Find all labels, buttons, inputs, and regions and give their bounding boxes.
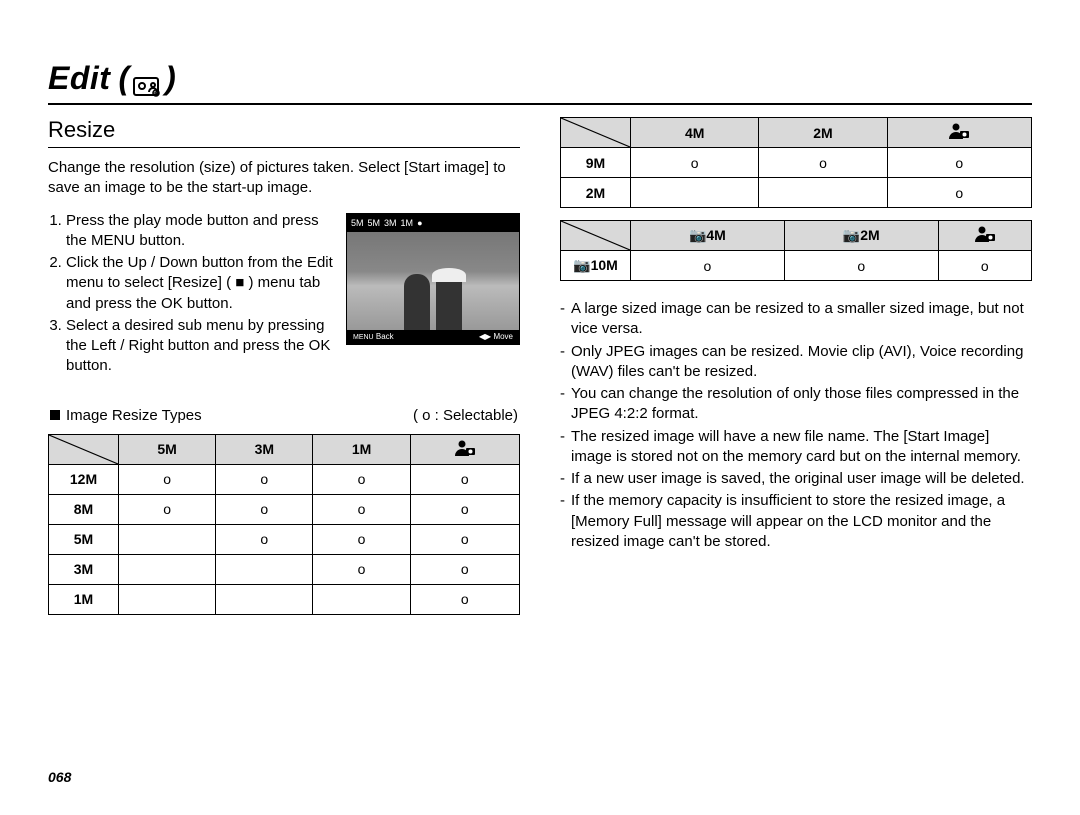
resize-table-2: 4M 2M 9Mooo2Mo [560,117,1032,208]
row-header: 9M [561,148,631,178]
note-item: -If a new user image is saved, the origi… [560,469,1032,489]
page-title: Edit [48,60,110,97]
notes-list: -A large sized image can be resized to a… [560,299,1032,552]
table-cell: o [313,464,410,494]
selectable-legend: ( o : Selectable) [413,407,518,424]
row-header: 3M [49,554,119,584]
table-cell: o [216,494,313,524]
table-cell: o [887,148,1031,178]
row-header: 2M [561,178,631,208]
heading-rule [48,103,1032,105]
diag-cell [561,118,631,148]
col-header: 1M [313,434,410,464]
table-cell: o [119,464,216,494]
table-row: 📷10Mooo [561,251,1032,281]
col-header: 📷4M [631,221,785,251]
col-header: 📷2M [784,221,938,251]
note-item: -The resized image will have a new file … [560,427,1032,468]
table-cell [119,584,216,614]
table-row: 5Mooo [49,524,520,554]
edit-heading-paren: ( ) [118,60,175,97]
step-item: Press the play mode button and press the… [66,211,334,252]
table-cell [631,178,759,208]
row-header: 1M [49,584,119,614]
table-cell [119,524,216,554]
note-item: -A large sized image can be resized to a… [560,299,1032,340]
step-item: Click the Up / Down button from the Edit… [66,253,334,314]
row-header: 12M [49,464,119,494]
col-header: 3M [216,434,313,464]
preview-topbar: 5M 5M 3M 1M ● [347,214,519,232]
intro-text: Change the resolution (size) of pictures… [48,158,520,199]
table-cell [216,584,313,614]
steps-list: Press the play mode button and press the… [48,211,334,379]
note-item: -Only JPEG images can be resized. Movie … [560,342,1032,383]
table-row: 2M o [561,178,1032,208]
table-cell: o [313,494,410,524]
table-cell: o [119,494,216,524]
row-header: 8M [49,494,119,524]
col-header: 4M [631,118,759,148]
table-cell: o [759,148,887,178]
table-cell: o [887,178,1031,208]
diag-cell [49,434,119,464]
col-header-start [887,118,1031,148]
table-row: 3M oo [49,554,520,584]
table-cell [119,554,216,584]
resize-table-1: 5M 3M 1M 12Moooo8Moooo5Mooo3Moo1Mo [48,434,520,615]
section-title: Resize [48,117,520,143]
table-cell: o [216,464,313,494]
table-cell: o [313,524,410,554]
edit-icon [133,68,161,90]
camera-preview: 5M 5M 3M 1M ● Resize ME [346,213,520,345]
table-cell: o [631,251,785,281]
table-cell: o [216,524,313,554]
types-label: Image Resize Types [50,407,202,424]
step-item: Select a desired sub menu by pressing th… [66,316,334,377]
table-row: 12Moooo [49,464,520,494]
section-rule [48,147,520,148]
row-header: 📷10M [561,251,631,281]
table-cell: o [313,554,410,584]
table-cell: o [410,554,519,584]
page-number: 068 [48,769,71,785]
preview-footer: MENU Back ◀▶ Move [347,330,519,344]
start-image-icon [974,225,996,243]
table-cell: o [784,251,938,281]
preview-photo [347,232,519,330]
table-cell: o [938,251,1031,281]
col-header-start [938,221,1031,251]
table-cell: o [410,524,519,554]
start-image-icon [948,122,970,140]
col-header: 5M [119,434,216,464]
table-cell: o [410,494,519,524]
table-cell: o [410,584,519,614]
table-row: 9Mooo [561,148,1032,178]
table-cell: o [410,464,519,494]
note-item: -If the memory capacity is insufficient … [560,491,1032,552]
row-header: 5M [49,524,119,554]
col-header: 2M [759,118,887,148]
table-row: 8Moooo [49,494,520,524]
col-header-start [410,434,519,464]
note-item: -You can change the resolution of only t… [560,384,1032,425]
table-cell [759,178,887,208]
table-row: 1M o [49,584,520,614]
table-cell [216,554,313,584]
table-cell: o [631,148,759,178]
diag-cell [561,221,631,251]
resize-table-3: 📷4M 📷2M 📷10Mooo [560,220,1032,281]
table-cell [313,584,410,614]
start-image-icon [454,439,476,457]
